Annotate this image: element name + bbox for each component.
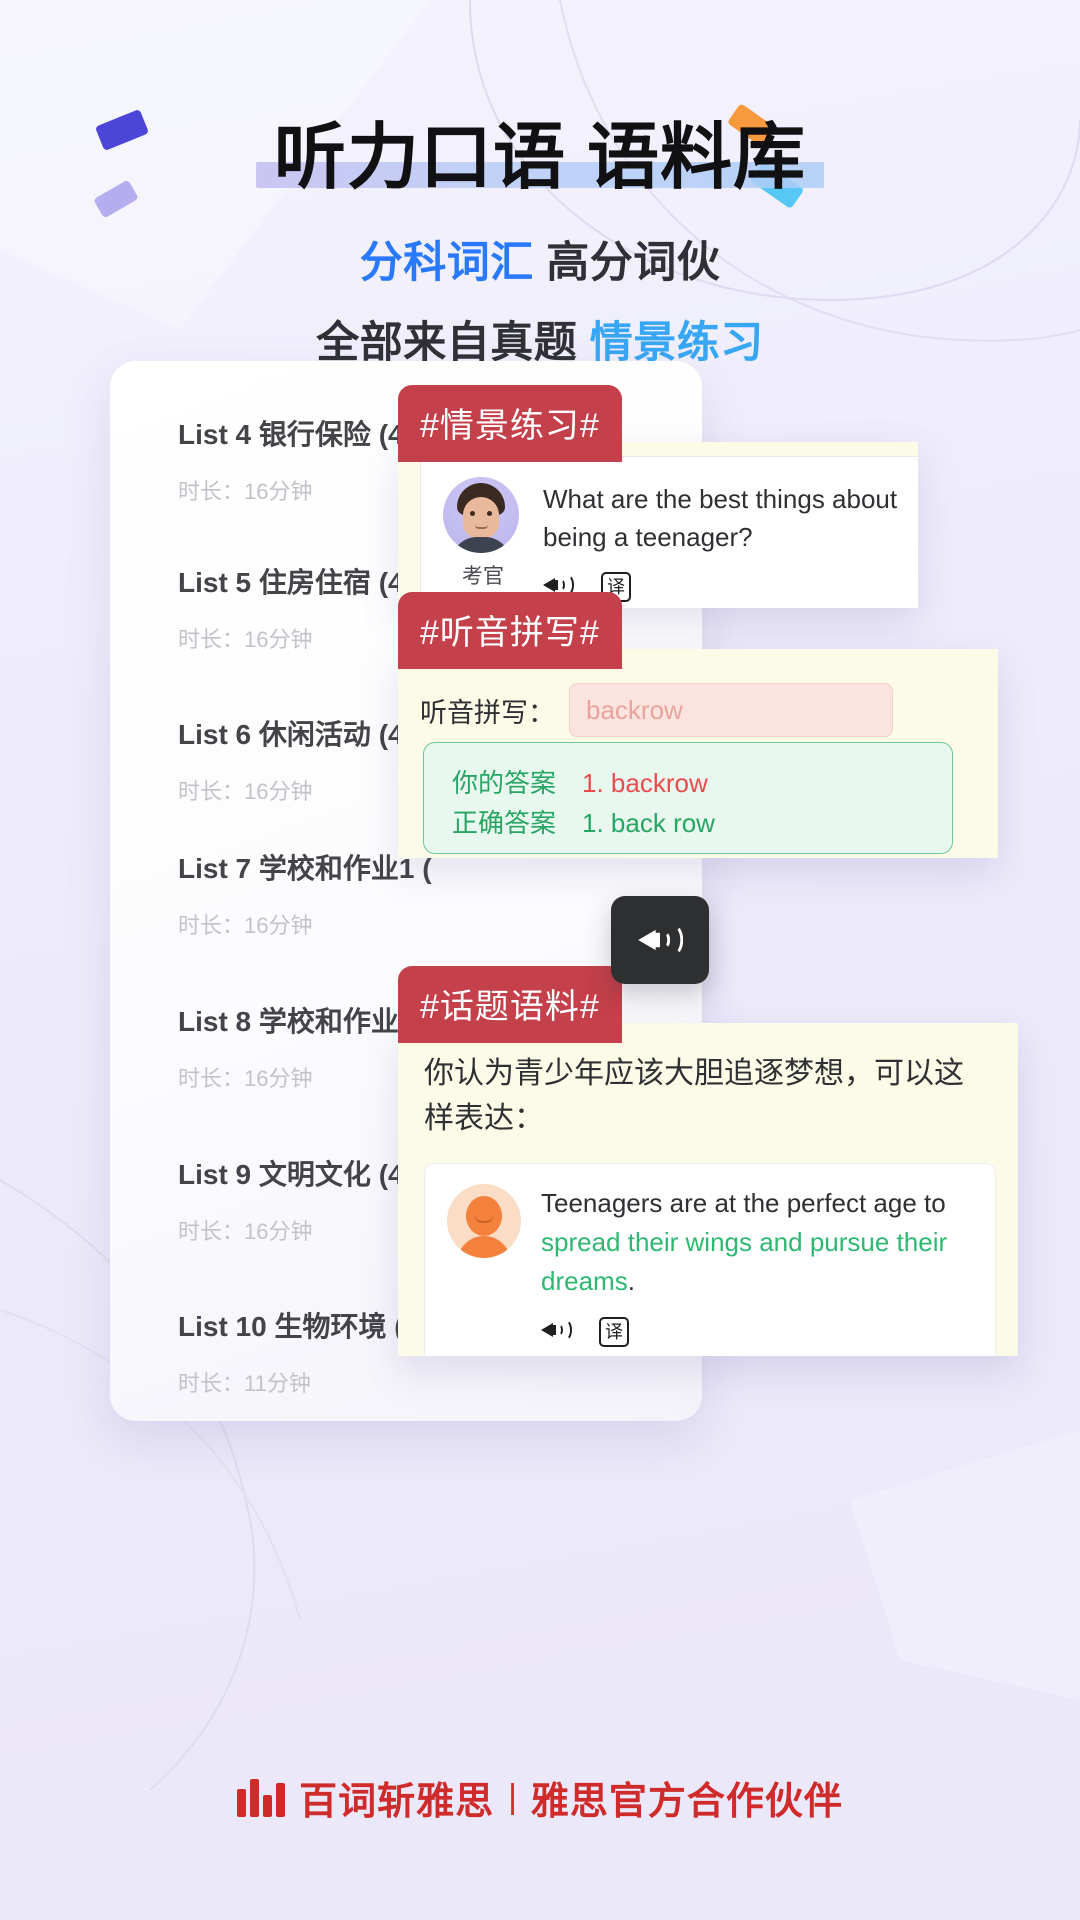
footer: 百词斩雅思 | 雅思官方合作伙伴	[0, 1770, 1080, 1825]
your-answer-value: 1. backrow	[582, 768, 708, 798]
list-item-duration: 时长：11分钟	[178, 1366, 435, 1398]
correct-answer-row: 正确答案 1. back row	[452, 803, 952, 843]
topic-prompt: 你认为青少年应该大胆追逐梦想，可以这样表达：	[424, 1057, 964, 1135]
list-item[interactable]: List 10 生物环境 (40 时长：11分钟	[178, 1305, 435, 1398]
list-item[interactable]: List 5 住房住宿 (40 时长：16分钟	[178, 561, 419, 654]
list-item-title: List 5 住房住宿 (40	[178, 567, 420, 598]
brand-logo-icon	[237, 1778, 286, 1817]
header: 听力口语 语料库 分科词汇 高分词伙 全部来自真题 情景练习	[0, 0, 1080, 370]
translate-icon[interactable]: 译	[599, 1317, 629, 1347]
duration-label: 时长：	[178, 1371, 245, 1396]
list-item[interactable]: List 6 休闲活动 (40 时长：16分钟	[178, 713, 419, 806]
question-column: What are the best things about being a t…	[543, 477, 918, 608]
sentence-pre: Teenagers are at the perfect age to	[541, 1188, 946, 1218]
list-item-title: List 7 学校和作业1 (	[178, 853, 432, 884]
answer-comparison-box: 你的答案 1. backrow 正确答案 1. back row	[423, 742, 953, 854]
speaker-icon[interactable]	[541, 1317, 572, 1343]
your-answer-row: 你的答案 1. backrow	[452, 763, 952, 803]
duration-label: 时长：	[178, 913, 245, 938]
topic-corpus-card[interactable]: #话题语料# 你认为青少年应该大胆追逐梦想，可以这样表达： Teenagers …	[398, 966, 1018, 1356]
list-item-title: List 8 学校和作业2	[178, 1006, 415, 1037]
dictation-input[interactable]: backrow	[569, 683, 893, 737]
topic-tag: #话题语料#	[398, 966, 622, 1043]
subtitle-1-rest: 高分词伙	[546, 239, 721, 287]
correct-answer-value: 1. back row	[582, 808, 715, 839]
scenario-practice-card[interactable]: #情景练习# 考官 What are the best things about…	[398, 385, 918, 608]
list-item-duration: 时长：16分钟	[178, 1061, 414, 1093]
duration-label: 时长：	[178, 779, 245, 804]
duration-value: 16分钟	[244, 479, 313, 504]
duration-label: 时长：	[178, 479, 245, 504]
question-text: What are the best things about being a t…	[543, 484, 898, 552]
list-item-title: List 6 休闲活动 (40	[178, 719, 420, 750]
list-item-title: List 4 银行保险 (40	[178, 419, 420, 450]
topic-sentence-column: Teenagers are at the perfect age to spre…	[541, 1184, 971, 1347]
topic-actions: 译	[541, 1317, 971, 1347]
topic-sentence: Teenagers are at the perfect age to spre…	[541, 1184, 971, 1301]
list-item-duration: 时长：16分钟	[178, 622, 419, 654]
scenario-tag: #情景练习#	[398, 385, 622, 462]
sentence-highlight: spread their wings and pursue their drea…	[541, 1227, 948, 1296]
list-item-title: List 9 文明文化 (40	[178, 1159, 420, 1190]
list-item[interactable]: List 8 学校和作业2 时长：16分钟	[178, 1000, 414, 1093]
correct-answer-label: 正确答案	[452, 808, 557, 839]
duration-value: 16分钟	[244, 1066, 313, 1091]
list-item-duration: 时长：16分钟	[178, 774, 419, 806]
question-block: 考官 What are the best things about being …	[420, 456, 918, 608]
avatar	[443, 477, 519, 553]
dictation-tag: #听音拼写#	[398, 592, 622, 669]
list-item[interactable]: List 4 银行保险 (40 时长：16分钟	[178, 413, 419, 506]
duration-label: 时长：	[178, 1066, 245, 1091]
dictation-label: 听音拼写：	[420, 697, 555, 728]
footer-divider: |	[508, 1778, 517, 1816]
list-item[interactable]: List 9 文明文化 (40 时长：16分钟	[178, 1153, 419, 1246]
subtitle-line-1: 分科词汇 高分词伙	[0, 228, 1080, 290]
brand-name: 百词斩雅思	[299, 1781, 495, 1823]
list-item[interactable]: List 7 学校和作业1 ( 时长：16分钟	[178, 847, 432, 940]
duration-value: 16分钟	[244, 913, 313, 938]
page-title: 听力口语 语料库	[273, 118, 806, 198]
play-audio-button[interactable]	[611, 896, 709, 984]
your-answer-label: 你的答案	[452, 768, 557, 798]
dictation-row: 听音拼写： backrow	[420, 683, 998, 737]
page-title-wrap: 听力口语 语料库	[255, 118, 824, 198]
duration-label: 时长：	[178, 1219, 245, 1244]
examiner-label: 考官	[462, 565, 504, 588]
duration-value: 16分钟	[244, 779, 313, 804]
list-item-duration: 时长：16分钟	[178, 474, 419, 506]
duration-label: 时长：	[178, 627, 245, 652]
duration-value: 11分钟	[244, 1371, 311, 1396]
list-item-duration: 时长：16分钟	[178, 1214, 419, 1246]
subtitle-2-rest: 全部来自真题	[316, 319, 590, 367]
sentence-post: .	[627, 1266, 635, 1296]
scenario-body: 考官 What are the best things about being …	[398, 442, 918, 608]
examiner-avatar-column: 考官	[443, 477, 523, 608]
topic-body: 你认为青少年应该大胆追逐梦想，可以这样表达： Teenagers are at …	[398, 1023, 1018, 1356]
subtitle-1-highlight: 分科词汇	[359, 239, 534, 287]
brand-tagline: 雅思官方合作伙伴	[530, 1781, 843, 1823]
list-item-duration: 时长：16分钟	[178, 908, 432, 940]
duration-value: 16分钟	[244, 627, 313, 652]
subtitle-2-highlight: 情景练习	[589, 319, 764, 367]
speaker-icon	[638, 921, 684, 959]
topic-sentence-card: Teenagers are at the perfect age to spre…	[424, 1163, 996, 1356]
list-item-title: List 10 生物环境 (40	[178, 1311, 435, 1342]
avatar	[447, 1184, 521, 1258]
duration-value: 16分钟	[244, 1219, 313, 1244]
